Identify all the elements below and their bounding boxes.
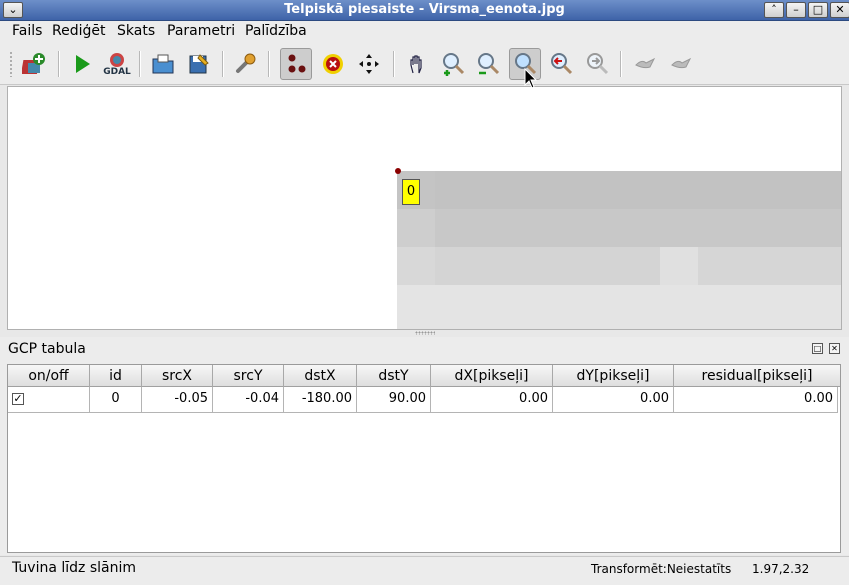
close-button[interactable]: ✕: [830, 2, 849, 18]
column-header-srcx[interactable]: srcX: [142, 365, 213, 387]
zoom-in-button[interactable]: [437, 48, 469, 80]
link-georef-button[interactable]: [629, 48, 661, 80]
cell-dx: 0.00: [431, 387, 553, 413]
zoom-last-icon: [551, 53, 573, 75]
cell-srcx[interactable]: -0.05: [142, 387, 213, 413]
raster-pixel: [435, 247, 660, 285]
menu-settings[interactable]: Parametri: [165, 23, 237, 39]
panel-splitter[interactable]: [415, 331, 435, 335]
mouse-cursor-icon: [524, 68, 538, 89]
start-georef-icon: [76, 55, 90, 73]
cell-srcy[interactable]: -0.04: [213, 387, 284, 413]
cell-dsty[interactable]: 90.00: [357, 387, 431, 413]
cell-id: 0: [90, 387, 142, 413]
dock-close-button[interactable]: ✕: [829, 343, 840, 354]
minimize-button[interactable]: –: [786, 2, 806, 18]
wrench-icon: [236, 53, 256, 73]
menu-edit[interactable]: Rediģēt: [50, 23, 107, 39]
zoom-last-button[interactable]: [545, 48, 577, 80]
add-point-icon: [288, 54, 306, 73]
menu-bar: Fails Rediģēt Skats Parametri Palīdzība: [0, 21, 849, 43]
start-georef-button[interactable]: [66, 48, 98, 80]
raster-pixel: [660, 247, 698, 285]
move-point-icon: [359, 54, 379, 74]
svg-text:GDAL: GDAL: [103, 67, 131, 77]
title-bar: ⌄ Telpiskā piesaiste - Virsma_eenota.jpg…: [0, 0, 849, 21]
shade-button[interactable]: ˄: [764, 2, 784, 18]
raster-pixel: [397, 285, 841, 329]
open-gcp-icon: [152, 54, 174, 74]
add-raster-icon: [22, 53, 45, 74]
add-raster-button[interactable]: [19, 48, 51, 80]
column-header-dy[interactable]: dY[pikseļi]: [553, 365, 674, 387]
column-header-dx[interactable]: dX[pikseļi]: [431, 365, 553, 387]
open-gcp-button[interactable]: [147, 48, 179, 80]
raster-pixel: [397, 247, 435, 285]
save-gcp-icon: [189, 54, 209, 74]
gcp-id-label[interactable]: 0: [402, 179, 420, 205]
link-georef-icon: [635, 57, 656, 69]
table-row[interactable]: ✓ 0 -0.05 -0.04 -180.00 90.00 0.00 0.00 …: [8, 387, 840, 413]
add-point-button[interactable]: [280, 48, 312, 80]
status-message: Tuvina līdz slānim: [12, 560, 137, 576]
raster-pixel: [435, 209, 841, 247]
link-qgis-icon: [671, 57, 692, 69]
table-header: on/off id srcX srcY dstX dstY dX[pikseļi…: [8, 365, 840, 387]
gdal-script-icon: GDAL: [103, 53, 131, 77]
raster-pixel: [698, 247, 841, 285]
column-header-residual[interactable]: residual[pikseļi]: [674, 365, 840, 387]
toolbar: GDAL: [0, 43, 849, 85]
link-qgis-button[interactable]: [665, 48, 697, 80]
column-header-dstx[interactable]: dstX: [284, 365, 357, 387]
toolbar-grip[interactable]: [9, 51, 13, 77]
coordinate-readout: 1.97,2.32: [752, 562, 810, 576]
menu-view[interactable]: Skats: [115, 23, 157, 39]
window-title: Telpiskā piesaiste - Virsma_eenota.jpg: [284, 2, 565, 17]
pan-icon: [410, 55, 422, 74]
column-header-dsty[interactable]: dstY: [357, 365, 431, 387]
save-gcp-button[interactable]: [183, 48, 215, 80]
delete-point-button[interactable]: [317, 48, 349, 80]
column-header-srcy[interactable]: srcY: [213, 365, 284, 387]
cell-residual: 0.00: [674, 387, 838, 413]
pan-button[interactable]: [402, 48, 434, 80]
gcp-table: on/off id srcX srcY dstX dstY dX[pikseļi…: [7, 364, 841, 553]
settings-button[interactable]: [230, 48, 262, 80]
gdal-script-button[interactable]: GDAL: [101, 48, 133, 80]
dock-float-button[interactable]: □: [812, 343, 823, 354]
gcp-table-dock: GCP tabula □ ✕ on/off id srcX srcY dstX …: [0, 337, 849, 555]
gcp-enabled-checkbox[interactable]: ✓: [12, 393, 24, 405]
zoom-out-icon: [478, 53, 500, 75]
move-point-button[interactable]: [353, 48, 385, 80]
cell-dstx[interactable]: -180.00: [284, 387, 357, 413]
cell-dy: 0.00: [553, 387, 674, 413]
raster-pixel: [435, 171, 841, 209]
transform-status[interactable]: Transformēt:Neiestatīts: [591, 562, 731, 576]
map-canvas[interactable]: 0: [7, 86, 842, 330]
column-header-onoff[interactable]: on/off: [8, 365, 90, 387]
cell-onoff: ✓: [8, 387, 90, 413]
menu-help[interactable]: Palīdzība: [243, 23, 309, 39]
delete-point-icon: [323, 54, 343, 74]
raster-pixel: [397, 209, 435, 247]
column-header-id[interactable]: id: [90, 365, 142, 387]
maximize-button[interactable]: □: [808, 2, 828, 18]
zoom-out-button[interactable]: [472, 48, 504, 80]
zoom-in-icon: [443, 53, 465, 76]
dock-title: GCP tabula: [8, 341, 86, 357]
status-bar: Tuvina līdz slānim Transformēt:Neiestatī…: [0, 556, 849, 585]
menu-file[interactable]: Fails: [10, 23, 44, 39]
zoom-next-icon: [587, 53, 609, 75]
gcp-point-marker[interactable]: [395, 168, 401, 174]
zoom-next-button[interactable]: [581, 48, 613, 80]
